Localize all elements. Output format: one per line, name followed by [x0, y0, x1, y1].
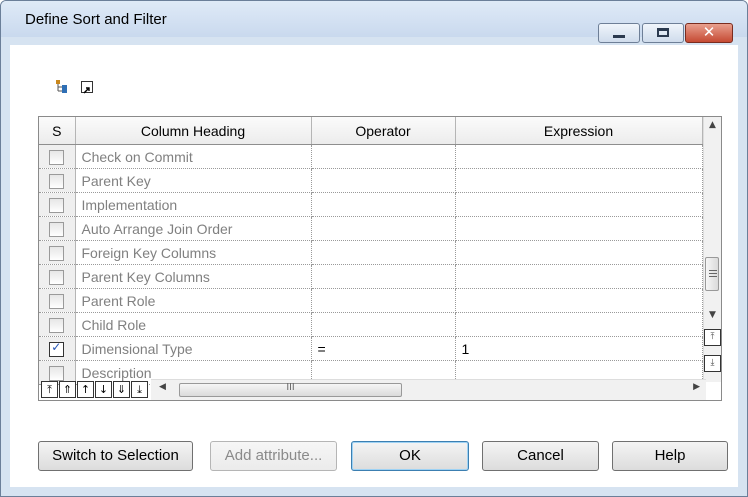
scroll-right-icon[interactable]: ▶ — [693, 382, 700, 392]
grid-header-row: S Column Heading Operator Expression — [39, 117, 703, 145]
column-heading-cell[interactable]: Dimensional Type — [75, 336, 312, 361]
minimize-icon — [613, 35, 625, 38]
row-checkbox[interactable] — [49, 221, 65, 237]
scroll-down-icon[interactable]: ▼ — [704, 307, 721, 324]
operator-cell[interactable] — [311, 144, 456, 169]
column-heading-cell[interactable]: Parent Role — [75, 288, 312, 313]
row-select-cell — [39, 240, 76, 265]
expression-cell[interactable] — [455, 264, 703, 289]
expression-cell[interactable] — [455, 312, 703, 337]
row-select-cell — [39, 336, 76, 361]
column-heading-cell[interactable]: Implementation — [75, 192, 312, 217]
dialog-window: Define Sort and Filter ✕ S Column Headin… — [0, 0, 748, 497]
column-heading-cell[interactable]: Auto Arrange Join Order — [75, 216, 312, 241]
row-checkbox[interactable] — [49, 293, 65, 309]
row-checkbox[interactable] — [49, 317, 65, 333]
horizontal-scroll-thumb[interactable]: III — [179, 382, 402, 397]
column-heading-cell[interactable]: Child Role — [75, 312, 312, 337]
operator-cell[interactable] — [311, 288, 456, 313]
cancel-button[interactable]: Cancel — [482, 441, 599, 471]
row-select-cell — [39, 264, 76, 289]
header-select[interactable]: S — [39, 117, 76, 145]
expression-cell[interactable] — [455, 144, 703, 169]
scroll-bottom-icon[interactable]: ⤓ — [704, 355, 721, 372]
ok-button[interactable]: OK — [351, 441, 469, 471]
expression-cell[interactable] — [455, 288, 703, 313]
column-heading-cell[interactable]: Foreign Key Columns — [75, 240, 312, 265]
header-column-heading[interactable]: Column Heading — [75, 117, 312, 145]
hscroll-grip-label: III — [286, 382, 295, 393]
row-checkbox[interactable] — [49, 365, 65, 381]
table-row[interactable]: Auto Arrange Join Order — [39, 216, 703, 241]
switch-to-selection-button[interactable]: Switch to Selection — [38, 441, 193, 471]
operator-cell[interactable] — [311, 264, 456, 289]
table-row[interactable]: Parent Key Columns — [39, 264, 703, 289]
scroll-left-icon[interactable]: ◀ — [159, 382, 166, 392]
header-operator[interactable]: Operator — [311, 117, 456, 145]
grid-table: S Column Heading Operator Expression Che… — [39, 117, 703, 385]
row-select-cell — [39, 312, 76, 337]
header-expression[interactable]: Expression — [455, 117, 703, 145]
move-up-icon[interactable]: ↑ — [77, 381, 94, 398]
expression-cell[interactable] — [455, 240, 703, 265]
operator-cell[interactable] — [311, 240, 456, 265]
operator-cell[interactable] — [311, 216, 456, 241]
scroll-up-icon[interactable]: ▲ — [704, 117, 721, 134]
operator-cell[interactable] — [311, 312, 456, 337]
window-title: Define Sort and Filter — [25, 11, 167, 28]
row-checkbox[interactable] — [49, 197, 65, 213]
table-row[interactable]: Check on Commit — [39, 144, 703, 169]
vertical-scrollbar[interactable]: ▲ ▼ ⤒ ⤓ — [703, 117, 721, 382]
operator-cell[interactable] — [311, 192, 456, 217]
expression-cell[interactable]: 1 — [455, 336, 703, 361]
row-checkbox[interactable] — [49, 149, 65, 165]
expression-cell[interactable] — [455, 216, 703, 241]
move-last-icon[interactable]: ⤓ — [131, 381, 148, 398]
move-up-fast-icon[interactable]: ⇑ — [59, 381, 76, 398]
row-select-cell — [39, 168, 76, 193]
operator-cell[interactable] — [311, 168, 456, 193]
move-down-icon[interactable]: ↓ — [95, 381, 112, 398]
row-checkbox[interactable] — [49, 269, 65, 285]
table-row[interactable]: Parent Role — [39, 288, 703, 313]
column-heading-cell[interactable]: Parent Key Columns — [75, 264, 312, 289]
horizontal-scrollbar[interactable]: ◀ III ▶ — [151, 379, 706, 400]
table-row[interactable]: Implementation — [39, 192, 703, 217]
tree-view-icon[interactable] — [55, 79, 69, 93]
column-heading-cell[interactable]: Check on Commit — [75, 144, 312, 169]
row-checkbox[interactable] — [49, 340, 65, 357]
row-select-cell — [39, 192, 76, 217]
row-select-cell — [39, 144, 76, 169]
help-button[interactable]: Help — [612, 441, 728, 471]
expression-cell[interactable] — [455, 192, 703, 217]
row-select-cell — [39, 216, 76, 241]
row-checkbox[interactable] — [49, 173, 65, 189]
column-heading-cell[interactable]: Parent Key — [75, 168, 312, 193]
table-row[interactable]: Dimensional Type=1 — [39, 336, 703, 361]
scroll-top-icon[interactable]: ⤒ — [704, 329, 721, 346]
table-row[interactable]: Parent Key — [39, 168, 703, 193]
row-select-cell — [39, 288, 76, 313]
move-first-icon[interactable]: ⤒ — [41, 381, 58, 398]
table-row[interactable]: Foreign Key Columns — [39, 240, 703, 265]
sort-filter-grid[interactable]: S Column Heading Operator Expression Che… — [38, 116, 722, 401]
vertical-scroll-thumb[interactable] — [705, 257, 719, 291]
open-link-icon[interactable] — [81, 81, 93, 94]
maximize-button[interactable] — [642, 23, 684, 43]
minimize-button[interactable] — [598, 23, 640, 43]
operator-cell[interactable]: = — [311, 336, 456, 361]
close-button[interactable]: ✕ — [685, 23, 733, 43]
expression-cell[interactable] — [455, 168, 703, 193]
close-icon: ✕ — [702, 23, 716, 41]
row-checkbox[interactable] — [49, 245, 65, 261]
table-row[interactable]: Child Role — [39, 312, 703, 337]
maximize-icon — [657, 28, 669, 37]
move-down-fast-icon[interactable]: ⇓ — [113, 381, 130, 398]
add-attribute-button[interactable]: Add attribute... — [210, 441, 337, 471]
